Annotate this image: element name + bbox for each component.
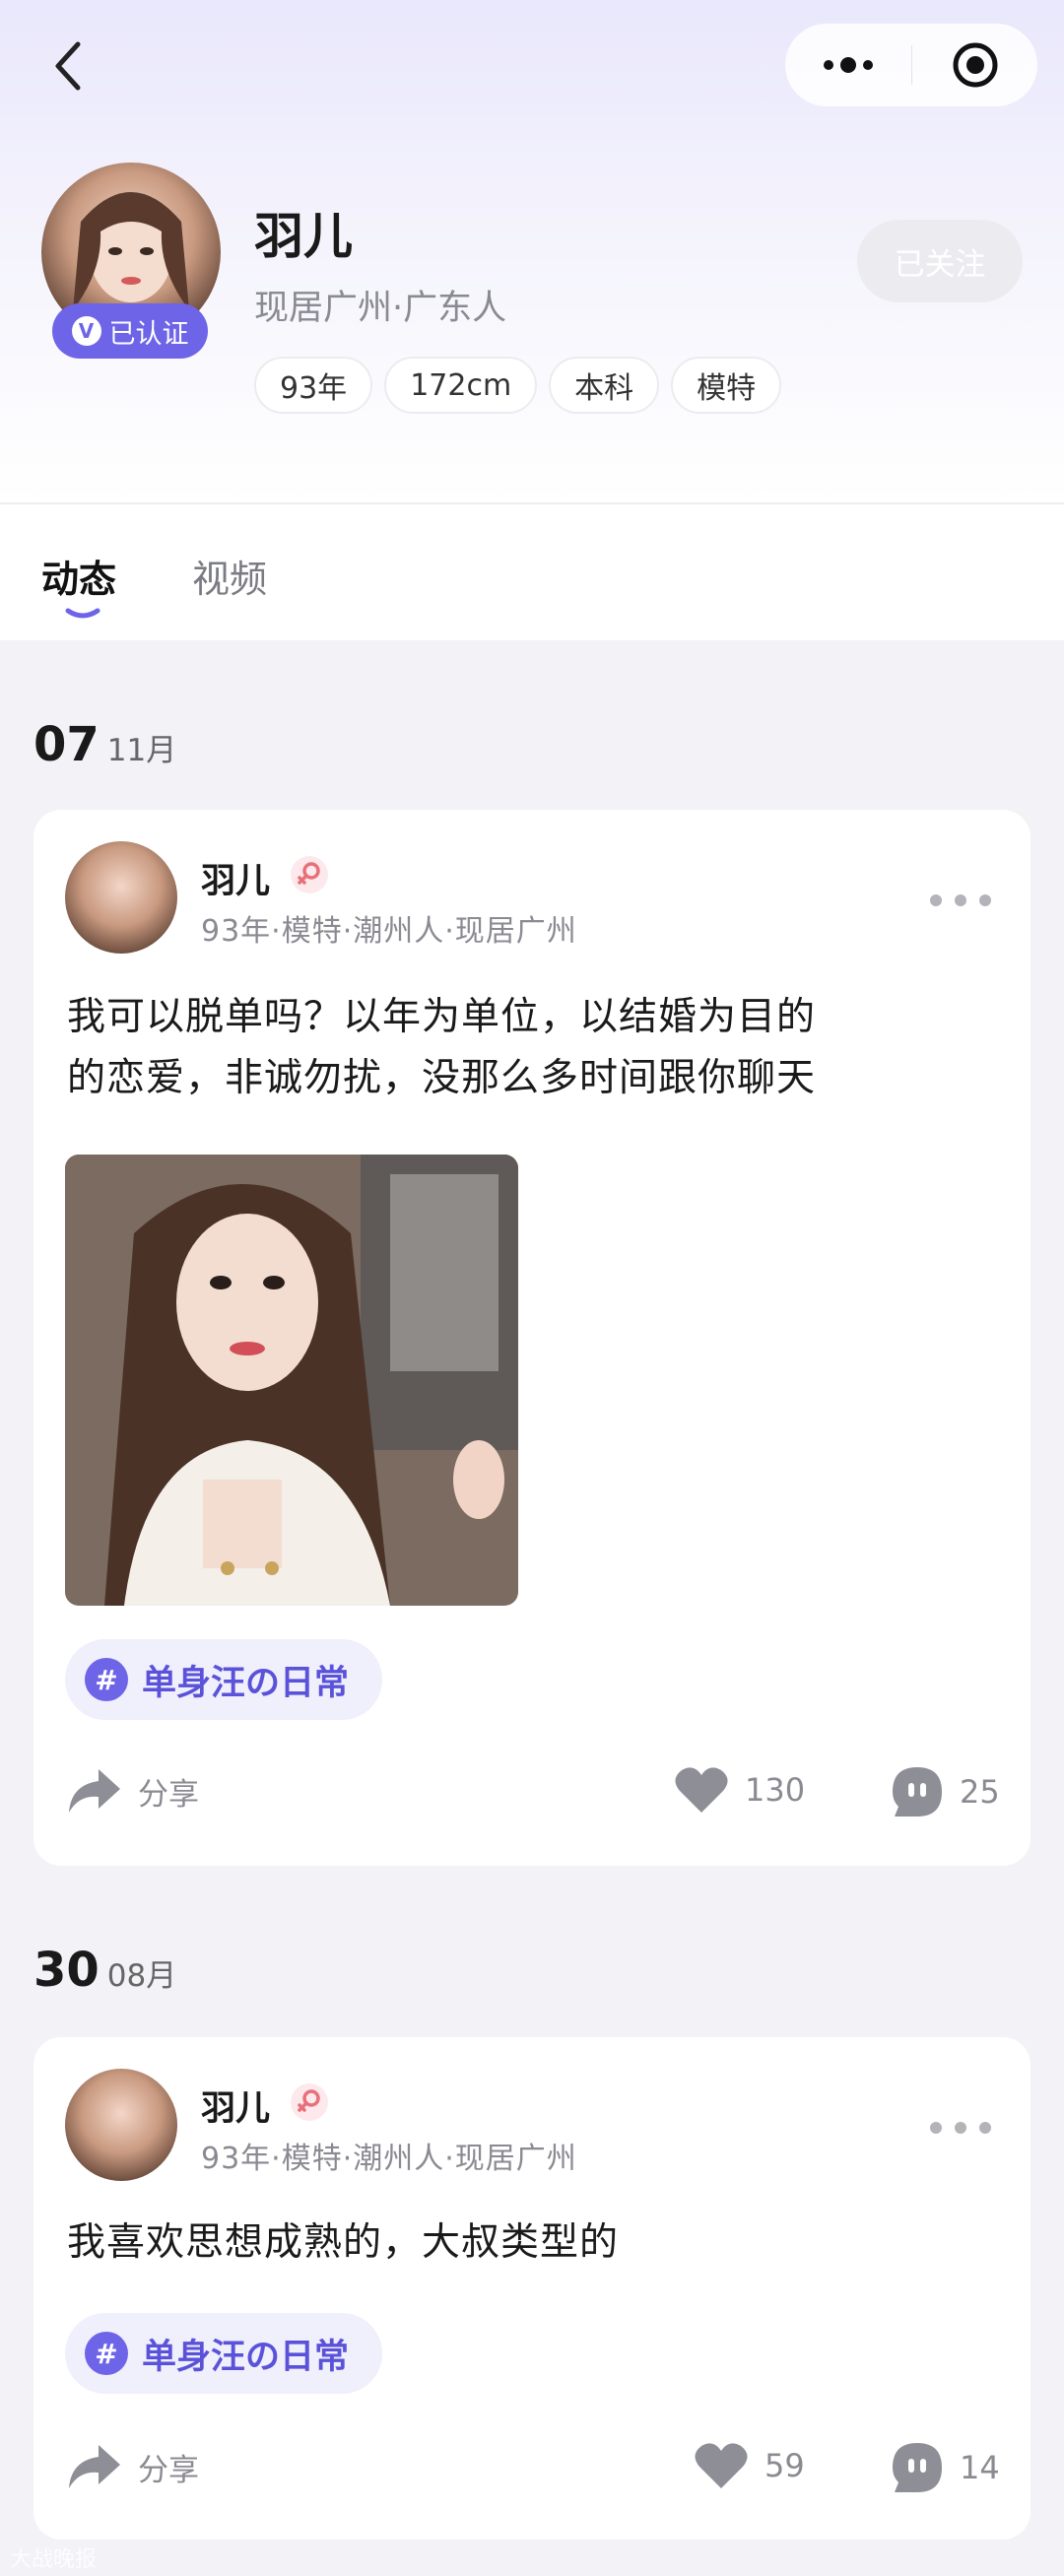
tab-videos[interactable]: 视频 <box>192 549 267 603</box>
comment-button[interactable]: 14 <box>891 2441 1000 2494</box>
profile-name: 羽儿 <box>254 208 353 265</box>
profile-location: 现居广州·广东人 <box>254 289 507 328</box>
author-meta: 93年·模特·潮州人·现居广州 <box>201 914 577 949</box>
topic-tag[interactable]: # 单身汪の日常 <box>65 1639 383 1720</box>
close-mini-program-button[interactable] <box>912 24 1037 106</box>
mini-program-capsule <box>785 24 1037 106</box>
post-text-line: 我可以脱单吗？以年为单位，以结婚为目的 <box>67 995 817 1039</box>
tag-height: 172cm <box>384 357 538 414</box>
share-icon <box>69 1769 120 1813</box>
author-avatar[interactable] <box>65 2069 177 2181</box>
date-month: 08月 <box>106 1958 177 1994</box>
share-icon <box>69 2445 120 2488</box>
tab-moments[interactable]: 动态 <box>41 549 116 603</box>
post-date: 30 08月 <box>33 1943 176 1998</box>
post-date: 07 11月 <box>33 717 176 772</box>
photo-portrait-icon <box>65 1155 518 1606</box>
date-day: 07 <box>33 717 100 772</box>
heart-icon <box>675 1767 728 1813</box>
target-icon <box>953 42 997 88</box>
post-actions: 分享 59 14 <box>33 2423 1031 2502</box>
tag-birth-year: 93年 <box>254 357 373 414</box>
tab-bar: 动态 视频 <box>0 504 1064 640</box>
post-text: 我喜欢思想成熟的，大叔类型的 <box>67 2213 993 2274</box>
post-text: 我可以脱单吗？以年为单位，以结婚为目的 的恋爱，非诚勿扰，没那么多时间跟你聊天 <box>67 987 993 1109</box>
post-text-line: 我喜欢思想成熟的，大叔类型的 <box>67 2220 620 2265</box>
share-label: 分享 <box>138 2452 199 2488</box>
like-count: 59 <box>765 2447 805 2484</box>
post-photo[interactable] <box>65 1155 518 1606</box>
date-month: 11月 <box>106 733 177 768</box>
topic-label: 单身汪の日常 <box>142 1663 350 1703</box>
date-day: 30 <box>33 1943 100 1998</box>
heart-icon <box>695 2443 748 2488</box>
author-meta: 93年·模特·潮州人·现居广州 <box>201 2142 577 2176</box>
female-icon <box>291 2083 328 2121</box>
tab-indicator <box>65 608 100 619</box>
post-more-icon[interactable] <box>930 894 991 910</box>
like-button[interactable]: 59 <box>694 2441 805 2490</box>
share-label: 分享 <box>138 1776 199 1813</box>
tag-occupation: 模特 <box>671 357 782 414</box>
author-name: 羽儿 <box>201 2089 271 2129</box>
more-icon <box>824 57 873 73</box>
comment-icon <box>893 2443 942 2492</box>
profile-tags: 93年 172cm 本科 模特 <box>254 357 782 414</box>
comment-button[interactable]: 25 <box>891 1765 1000 1818</box>
comment-icon <box>893 1767 942 1816</box>
post-text-line: 的恋爱，非诚勿扰，没那么多时间跟你聊天 <box>67 1056 817 1100</box>
watermark: 大战晚报 <box>10 2547 98 2572</box>
topic-tag[interactable]: # 单身汪の日常 <box>65 2313 383 2394</box>
female-icon <box>291 856 328 893</box>
chevron-left-icon <box>55 41 81 91</box>
topic-label: 单身汪の日常 <box>142 2337 350 2377</box>
comment-count: 14 <box>960 2449 1000 2486</box>
back-button[interactable] <box>43 37 93 95</box>
tag-education: 本科 <box>549 357 660 414</box>
verified-label: 已认证 <box>108 318 189 350</box>
follow-button[interactable]: 已关注 <box>857 220 1023 302</box>
hashtag-icon: # <box>85 1658 128 1701</box>
author-name: 羽儿 <box>201 862 271 901</box>
post-card[interactable]: 羽儿 93年·模特·潮州人·现居广州 我喜欢思想成熟的，大叔类型的 # 单身汪の… <box>33 2037 1031 2540</box>
like-button[interactable]: 130 <box>674 1765 805 1815</box>
profile-header: V 已认证 羽儿 现居广州·广东人 93年 172cm 本科 模特 已关注 <box>0 0 1064 502</box>
share-button[interactable]: 分享 <box>65 2441 199 2492</box>
comment-count: 25 <box>960 1773 1000 1811</box>
author-avatar[interactable] <box>65 841 177 954</box>
post-card[interactable]: 羽儿 93年·模特·潮州人·现居广州 我可以脱单吗？以年为单位，以结婚为目的 的… <box>33 810 1031 1866</box>
post-more-icon[interactable] <box>930 2122 991 2138</box>
hashtag-icon: # <box>85 2332 128 2375</box>
share-button[interactable]: 分享 <box>65 1765 199 1816</box>
verified-badge: V 已认证 <box>52 303 208 359</box>
verified-v-icon: V <box>71 316 101 346</box>
like-count: 130 <box>745 1771 806 1809</box>
more-button[interactable] <box>785 24 911 106</box>
post-actions: 分享 130 25 <box>33 1748 1031 1826</box>
